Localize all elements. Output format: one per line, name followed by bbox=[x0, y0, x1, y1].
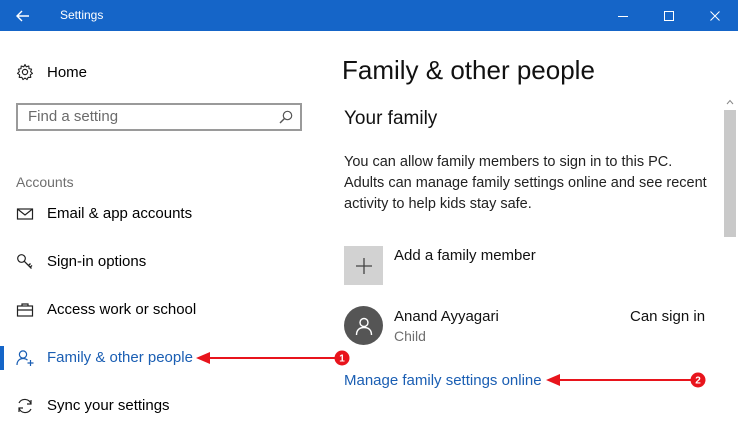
scroll-thumb[interactable] bbox=[724, 110, 736, 237]
scroll-up-button[interactable] bbox=[722, 95, 738, 109]
sidebar-item-label: Access work or school bbox=[47, 301, 197, 318]
sidebar-item-sync-settings[interactable]: Sync your settings bbox=[0, 391, 330, 421]
key-icon bbox=[17, 254, 33, 269]
email-icon bbox=[16, 208, 34, 220]
home-label: Home bbox=[47, 63, 88, 81]
member-role: Child bbox=[394, 328, 426, 344]
accounts-section-label: Accounts bbox=[16, 174, 74, 190]
add-person-icon bbox=[16, 350, 34, 366]
briefcase-icon bbox=[16, 303, 34, 317]
chevron-up-icon bbox=[726, 99, 734, 105]
maximize-icon bbox=[664, 10, 674, 21]
member-status: Can sign in bbox=[630, 308, 706, 325]
back-arrow-icon bbox=[16, 10, 29, 21]
maximize-button[interactable] bbox=[646, 0, 692, 31]
minimize-icon bbox=[618, 15, 628, 17]
sidebar-item-family-other-people[interactable]: Family & other people bbox=[0, 343, 330, 373]
window-title: Settings bbox=[60, 8, 104, 22]
member-name[interactable]: Anand Ayyagari bbox=[394, 308, 499, 325]
sidebar-item-label: Family & other people bbox=[47, 349, 193, 366]
sidebar bbox=[0, 31, 330, 438]
sidebar-item-email-app-accounts[interactable]: Email & app accounts bbox=[0, 199, 330, 229]
sidebar-item-label: Email & app accounts bbox=[47, 205, 193, 222]
plus-icon bbox=[355, 257, 372, 274]
vertical-scrollbar[interactable] bbox=[722, 95, 738, 438]
back-button[interactable] bbox=[0, 0, 46, 31]
page-title: Family & other people bbox=[342, 55, 595, 85]
add-family-member-button[interactable] bbox=[344, 246, 383, 285]
sidebar-item-label: Sign-in options bbox=[47, 253, 147, 270]
search-icon[interactable] bbox=[279, 110, 293, 124]
manage-family-settings-link[interactable]: Manage family settings online bbox=[344, 372, 542, 389]
close-button[interactable] bbox=[692, 0, 738, 31]
search-placeholder: Find a setting bbox=[28, 108, 119, 125]
minimize-button[interactable] bbox=[600, 0, 646, 31]
search-input[interactable]: Find a setting bbox=[16, 103, 302, 131]
title-bar: Settings bbox=[0, 0, 738, 31]
sync-icon bbox=[18, 398, 32, 414]
sidebar-item-sign-in-options[interactable]: Sign-in options bbox=[0, 247, 330, 277]
selected-indicator bbox=[0, 346, 4, 370]
family-description: You can allow family members to sign in … bbox=[344, 154, 707, 212]
sidebar-item-access-work-school[interactable]: Access work or school bbox=[0, 295, 330, 325]
add-family-member-label[interactable]: Add a family member bbox=[394, 247, 536, 264]
gear-icon bbox=[16, 63, 34, 81]
person-icon bbox=[355, 317, 372, 335]
sidebar-item-label: Sync your settings bbox=[47, 397, 170, 414]
section-title: Your family bbox=[344, 108, 438, 129]
close-icon bbox=[710, 10, 720, 21]
sidebar-home[interactable]: Home bbox=[16, 62, 87, 82]
avatar[interactable] bbox=[344, 306, 383, 345]
